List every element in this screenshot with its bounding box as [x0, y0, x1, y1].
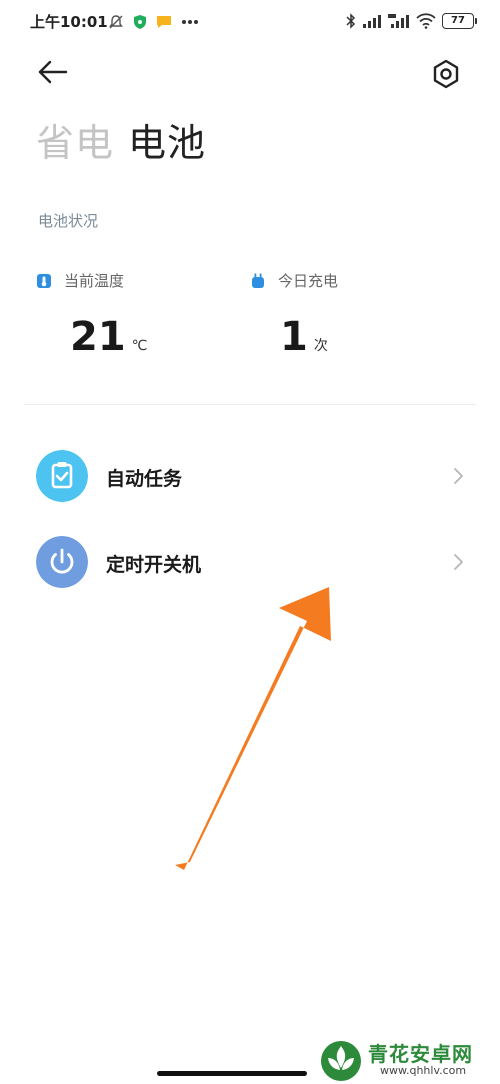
chevron-right-icon	[454, 468, 463, 484]
status-time: 上午10:01	[30, 13, 108, 31]
home-indicator[interactable]	[157, 1071, 307, 1076]
tabs: 省电 电池	[36, 112, 206, 167]
battery-level: 77	[451, 15, 465, 26]
temperature-unit: ℃	[131, 338, 148, 354]
shield-icon	[134, 15, 146, 29]
watermark-url: www.qhhlv.com	[380, 1064, 467, 1077]
thermometer-icon	[37, 273, 51, 288]
message-icon	[157, 16, 171, 28]
signal-icon	[363, 15, 381, 28]
status-bar: 上午10:01 77	[0, 0, 500, 44]
temperature-label-row: 当前温度	[36, 270, 124, 291]
menu-item-scheduled-power[interactable]: 定时开关机	[0, 520, 500, 604]
bluetooth-icon	[346, 13, 356, 29]
charges-today-stat: 今日充电 1 次	[250, 270, 338, 360]
temperature-stat: 当前温度 21 ℃	[36, 270, 147, 360]
power-icon	[36, 536, 88, 588]
wifi-icon	[416, 13, 436, 29]
tab-power-saving[interactable]: 省电	[36, 112, 114, 167]
menu-item-auto-tasks[interactable]: 自动任务	[0, 434, 500, 518]
battery-status-label: 电池状况	[38, 212, 99, 230]
hd-signal-icon	[388, 14, 409, 28]
temperature-label: 当前温度	[64, 272, 125, 290]
battery-settings-screen: 上午10:01 77 省电 电池 电池状况 当前温度 21 ℃ 今日充电 1 次…	[0, 0, 500, 1084]
status-left-icons	[108, 12, 199, 32]
temperature-value-row: 21 ℃	[70, 314, 147, 360]
watermark-logo-icon	[321, 1041, 361, 1081]
status-right-icons: 77	[346, 10, 477, 32]
chevron-right-icon	[454, 554, 463, 570]
bell-off-icon	[109, 15, 123, 29]
charges-value: 1	[280, 314, 308, 360]
auto-tasks-label: 自动任务	[106, 468, 183, 490]
plug-icon	[252, 273, 264, 288]
charges-unit: 次	[313, 338, 328, 354]
battery-indicator: 77	[442, 13, 477, 29]
charges-label: 今日充电	[278, 272, 339, 290]
temperature-value: 21	[70, 314, 126, 360]
tab-battery[interactable]: 电池	[128, 112, 206, 167]
settings-button[interactable]	[428, 56, 464, 92]
clipboard-check-icon	[36, 450, 88, 502]
scheduled-power-label: 定时开关机	[106, 554, 202, 576]
back-arrow-icon	[38, 60, 68, 84]
back-button[interactable]	[34, 56, 70, 88]
divider	[24, 404, 476, 405]
watermark-title: 青花安卓网	[368, 1042, 473, 1066]
settings-hexagon-icon	[433, 59, 459, 89]
watermark: 青花安卓网 www.qhhlv.com	[318, 1036, 498, 1082]
charges-value-row: 1 次	[280, 314, 328, 360]
charges-label-row: 今日充电	[250, 270, 338, 291]
more-dots-icon	[182, 20, 198, 24]
